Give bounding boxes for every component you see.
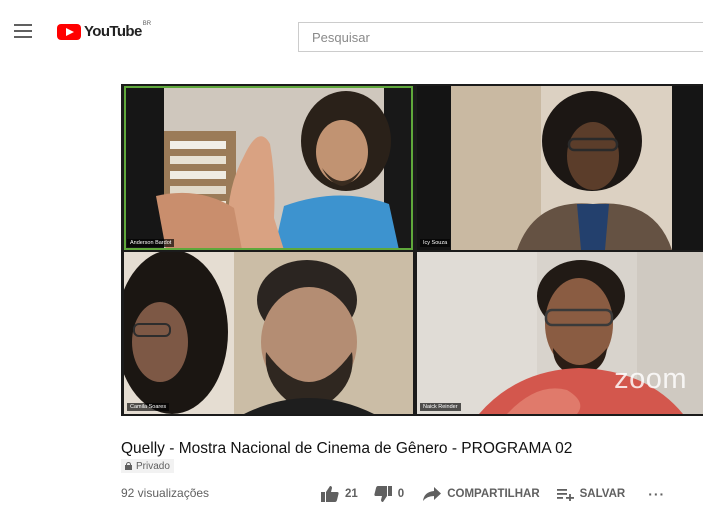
- search-input[interactable]: [299, 23, 703, 51]
- play-icon: [57, 23, 81, 40]
- thumbs-up-icon: [321, 486, 339, 502]
- video-title: Quelly - Mostra Nacional de Cinema de Gê…: [121, 440, 573, 457]
- region-code: BR: [142, 21, 152, 27]
- more-actions-button[interactable]: ···: [648, 486, 665, 502]
- zoom-watermark: zoom: [614, 363, 687, 395]
- privacy-label: Privado: [136, 460, 170, 472]
- logo-text: YouTube: [84, 23, 142, 40]
- share-label: COMPARTILHAR: [447, 488, 540, 500]
- share-button[interactable]: COMPARTILHAR: [423, 487, 540, 501]
- participant-video-3: [124, 252, 413, 414]
- share-icon: [423, 487, 442, 501]
- participant-tile-4: Naick Reinder zoom: [417, 252, 703, 414]
- save-label: SALVAR: [579, 488, 626, 500]
- lock-icon: [125, 462, 132, 470]
- thumbs-down-icon: [374, 486, 392, 502]
- participant-tile-1: Anderson Bardot: [124, 86, 413, 250]
- playlist-add-icon: [556, 488, 574, 501]
- video-player[interactable]: Anderson Bardot Icy Souza Camila Soares …: [121, 84, 703, 416]
- participant-tile-2: Icy Souza: [417, 86, 703, 250]
- view-count: 92 visualizações: [121, 486, 210, 500]
- youtube-logo[interactable]: YouTube BR: [57, 21, 152, 40]
- participant-video-2: [417, 86, 703, 250]
- dislike-button[interactable]: 0: [374, 486, 404, 502]
- like-count: 21: [345, 488, 358, 500]
- participant-name: Anderson Bardot: [127, 239, 175, 247]
- masthead: YouTube BR: [0, 0, 703, 62]
- more-icon: ···: [648, 486, 666, 502]
- participant-name: Naick Reinder: [420, 403, 461, 411]
- search-box: [298, 22, 703, 52]
- participant-name: Camila Soares: [127, 403, 170, 411]
- video-actions: 21 0 COMPARTILHAR SALVAR ···: [321, 484, 665, 504]
- like-button[interactable]: 21: [321, 486, 358, 502]
- save-button[interactable]: SALVAR: [556, 488, 626, 501]
- participant-video-1: [124, 86, 413, 250]
- menu-icon[interactable]: [14, 24, 32, 38]
- participant-name: Icy Souza: [420, 239, 451, 247]
- dislike-count: 0: [397, 488, 405, 500]
- participant-tile-3: Camila Soares: [124, 252, 413, 414]
- privacy-badge: Privado: [121, 459, 174, 473]
